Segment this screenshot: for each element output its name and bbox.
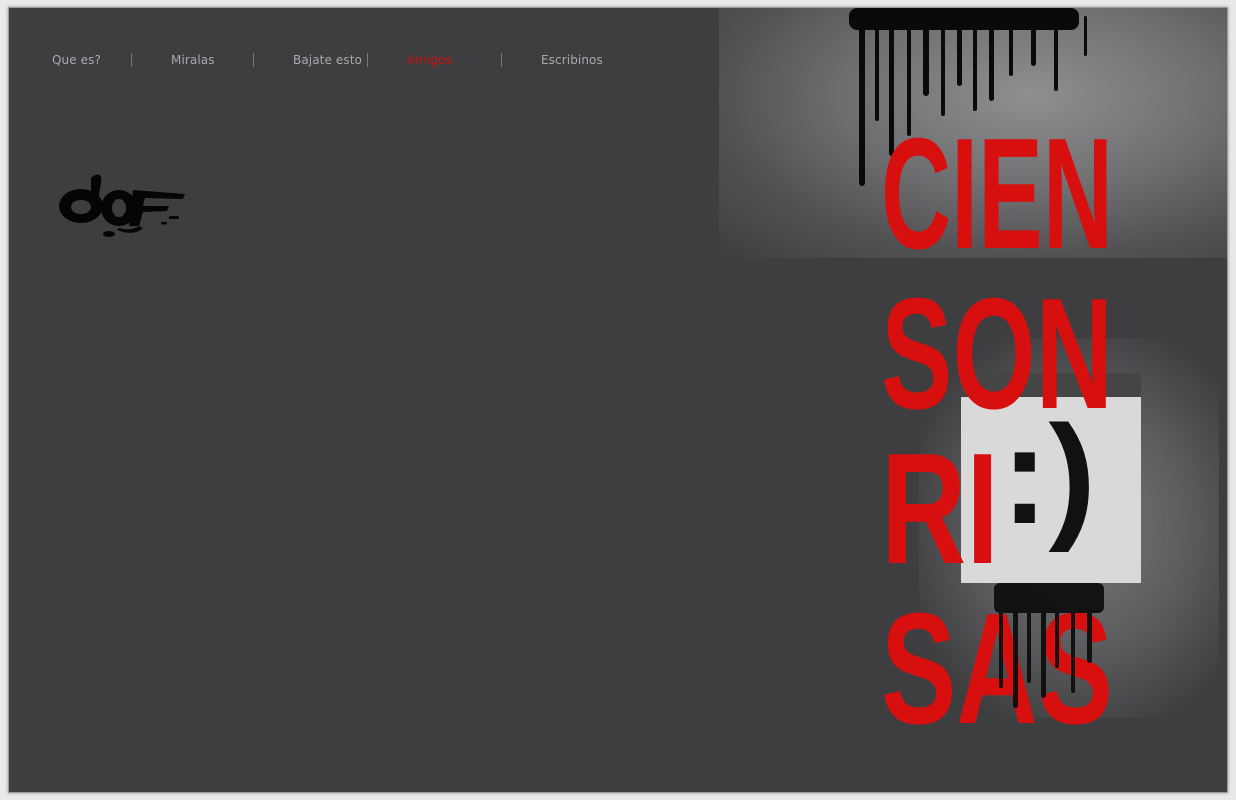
nav-link-amigos[interactable]: Amigos: [407, 53, 452, 67]
nav-link-miralas[interactable]: Miralas: [171, 53, 215, 67]
poster-word-line: RI: [881, 421, 999, 597]
cien-sonrisas-poster: CIEN SON RI SAS :): [849, 8, 1141, 757]
nav-link-que-es[interactable]: Que es?: [52, 53, 101, 67]
nav-link-bajate-esto[interactable]: Bajate esto: [293, 53, 362, 67]
nav-divider: [253, 53, 254, 67]
nav-divider: [367, 53, 368, 67]
nav-link-escribinos[interactable]: Escribinos: [541, 53, 603, 67]
graffiti-tag-logo[interactable]: [57, 168, 187, 248]
page-frame: Que es? Miralas Bajate esto Amigos Escri…: [8, 7, 1228, 793]
poster-artwork: CIEN SON RI SAS :): [709, 8, 1227, 792]
nav-divider: [501, 53, 502, 67]
nav-divider: [131, 53, 132, 67]
smiley-face-icon: :): [1001, 396, 1096, 553]
main-nav: Que es? Miralas Bajate esto Amigos Escri…: [9, 8, 649, 118]
poster-word-line: CIEN: [881, 106, 1113, 282]
